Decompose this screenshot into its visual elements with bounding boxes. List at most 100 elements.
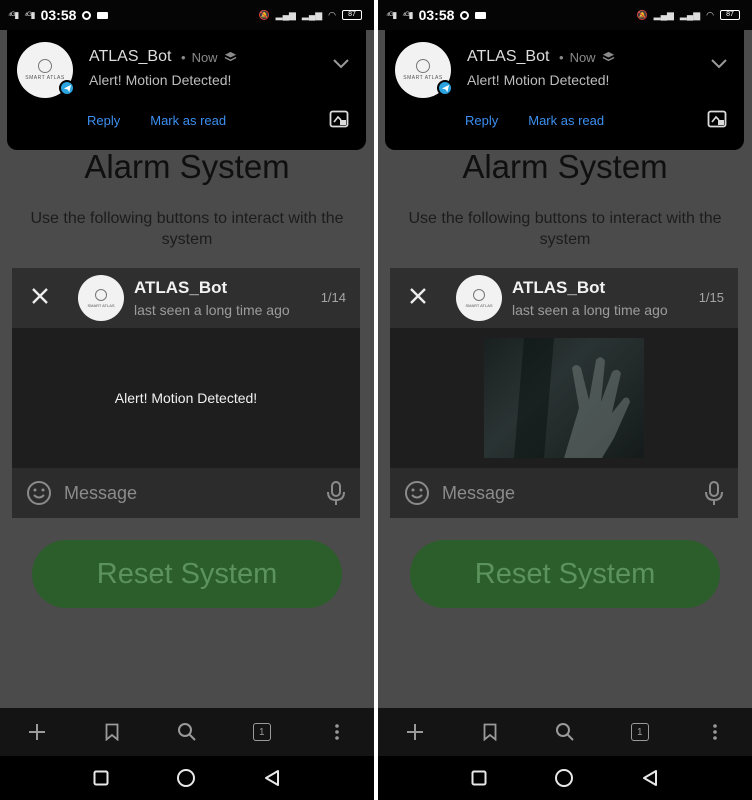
- logo-icon: [95, 288, 107, 301]
- back-icon[interactable]: [641, 769, 659, 787]
- recents-icon[interactable]: [471, 770, 487, 786]
- cell-signal-icon: ▂▄▆: [275, 9, 296, 20]
- close-icon[interactable]: [408, 286, 428, 306]
- wifi-icon: ◠: [706, 9, 714, 20]
- chevron-down-icon[interactable]: [332, 58, 350, 70]
- chat-message: Alert! Motion Detected!: [114, 390, 258, 406]
- message-counter: 1/14: [320, 290, 346, 305]
- notification-time: Now: [569, 50, 596, 65]
- logo-wordmark: SMART ATLAS: [403, 75, 443, 81]
- android-nav-bar: [378, 756, 752, 800]
- plus-icon: [407, 724, 424, 740]
- battery-icon: 87: [342, 10, 362, 20]
- chat-header: SMART ATLAS ATLAS_Bot last seen a long t…: [390, 268, 738, 328]
- menu-button[interactable]: [700, 717, 730, 747]
- microphone-icon[interactable]: [326, 480, 346, 506]
- search-button[interactable]: [550, 717, 580, 747]
- heads-up-notification[interactable]: SMART ATLAS ATLAS_Bot • Now Alert! Motio…: [7, 30, 366, 150]
- page-description: Use the following buttons to interact wi…: [30, 210, 344, 248]
- notification-message: Alert! Motion Detected!: [89, 72, 232, 88]
- heads-up-notification[interactable]: SMART ATLAS ATLAS_Bot • Now Alert! Motio…: [385, 30, 744, 150]
- new-tab-button[interactable]: [400, 717, 430, 747]
- chat-name: ATLAS_Bot: [134, 278, 228, 297]
- emoji-icon[interactable]: [26, 480, 52, 506]
- chat-body: Alert! Motion Detected!: [12, 328, 360, 468]
- layers-icon: [602, 51, 614, 62]
- message-input-bar[interactable]: Message: [390, 468, 738, 518]
- tabs-button[interactable]: 1: [247, 717, 277, 747]
- notification-sender: ATLAS_Bot: [467, 48, 550, 65]
- video-icon: [97, 11, 109, 19]
- signal-2-icon: ⁴ᴳ▮: [402, 9, 413, 20]
- video-icon: [475, 11, 487, 19]
- mark-as-read-button[interactable]: Mark as read: [528, 113, 604, 128]
- menu-button[interactable]: [322, 717, 352, 747]
- browser-toolbar: 1: [378, 708, 752, 756]
- chat-name: ATLAS_Bot: [512, 278, 606, 297]
- more-vertical-icon: [334, 724, 339, 740]
- battery-icon: 87: [720, 10, 740, 20]
- bookmark-button[interactable]: [475, 717, 505, 747]
- status-bar: ⁴ᴳ▮ ⁴ᴳ▮ 03:58 🔕 ▂▄▆ ▂▄▆ ◠ 87: [0, 0, 374, 30]
- search-button[interactable]: [172, 717, 202, 747]
- notification-meta: • Now: [181, 50, 237, 65]
- android-nav-bar: [0, 756, 374, 800]
- separator-dot: •: [559, 50, 564, 65]
- bookmark-button[interactable]: [97, 717, 127, 747]
- phone-screen-left: ⁴ᴳ▮ ⁴ᴳ▮ 03:58 🔕 ▂▄▆ ▂▄▆ ◠ 87 Alarm Syste…: [0, 0, 374, 800]
- bookmark-icon: [483, 723, 497, 741]
- home-icon[interactable]: [176, 768, 196, 788]
- logo-icon: [38, 59, 52, 73]
- chevron-down-icon[interactable]: [710, 58, 728, 70]
- mute-icon: 🔕: [636, 9, 648, 20]
- reset-system-button[interactable]: Reset System: [32, 540, 342, 608]
- logo-wordmark: SMART ATLAS: [465, 302, 493, 308]
- mark-as-read-button[interactable]: Mark as read: [150, 113, 226, 128]
- microphone-icon[interactable]: [704, 480, 724, 506]
- cell-signal-2-icon: ▂▄▆: [301, 9, 323, 20]
- message-input[interactable]: Message: [64, 483, 137, 504]
- tabs-button[interactable]: 1: [625, 717, 655, 747]
- logo-wordmark: SMART ATLAS: [25, 75, 65, 81]
- notification-sender: ATLAS_Bot: [89, 48, 172, 65]
- chat-body: [390, 328, 738, 468]
- chat-avatar[interactable]: SMART ATLAS: [456, 275, 502, 321]
- message-counter: 1/15: [698, 290, 724, 305]
- chat-popup: SMART ATLAS ATLAS_Bot last seen a long t…: [390, 268, 738, 518]
- back-icon[interactable]: [263, 769, 281, 787]
- cell-signal-2-icon: ▂▄▆: [679, 9, 701, 20]
- emoji-icon[interactable]: [404, 480, 430, 506]
- home-icon[interactable]: [554, 768, 574, 788]
- new-tab-button[interactable]: [22, 717, 52, 747]
- tab-count: 1: [252, 723, 271, 741]
- motion-capture-photo[interactable]: [484, 338, 644, 458]
- picture-in-picture-icon[interactable]: [329, 110, 349, 128]
- bookmark-icon: [105, 723, 119, 741]
- notification-meta: • Now: [559, 50, 615, 65]
- reply-button[interactable]: Reply: [87, 113, 120, 128]
- layers-icon: [224, 51, 236, 62]
- mute-icon: 🔕: [258, 9, 270, 20]
- search-icon: [177, 723, 196, 741]
- logo-icon: [416, 59, 430, 73]
- reset-system-button[interactable]: Reset System: [410, 540, 720, 608]
- reply-button[interactable]: Reply: [465, 113, 498, 128]
- telegram-icon: [437, 80, 453, 96]
- message-input-bar[interactable]: Message: [12, 468, 360, 518]
- separator-dot: •: [181, 50, 186, 65]
- signal-icon: ⁴ᴳ▮: [8, 9, 19, 20]
- logo-wordmark: SMART ATLAS: [87, 302, 115, 308]
- chat-avatar[interactable]: SMART ATLAS: [78, 275, 124, 321]
- picture-in-picture-icon[interactable]: [707, 110, 727, 128]
- close-icon[interactable]: [30, 286, 50, 306]
- notification-time: Now: [191, 50, 218, 65]
- status-time: 03:58: [418, 7, 455, 23]
- recents-icon[interactable]: [93, 770, 109, 786]
- wifi-icon: ◠: [328, 9, 336, 20]
- message-input[interactable]: Message: [442, 483, 515, 504]
- phone-screen-right: ⁴ᴳ▮ ⁴ᴳ▮ 03:58 🔕 ▂▄▆ ▂▄▆ ◠ 87 Alarm Syste…: [378, 0, 752, 800]
- signal-icon: ⁴ᴳ▮: [386, 9, 397, 20]
- page-title: Alarm System: [84, 148, 290, 185]
- chat-status: last seen a long time ago: [512, 302, 668, 318]
- logo-icon: [473, 288, 485, 301]
